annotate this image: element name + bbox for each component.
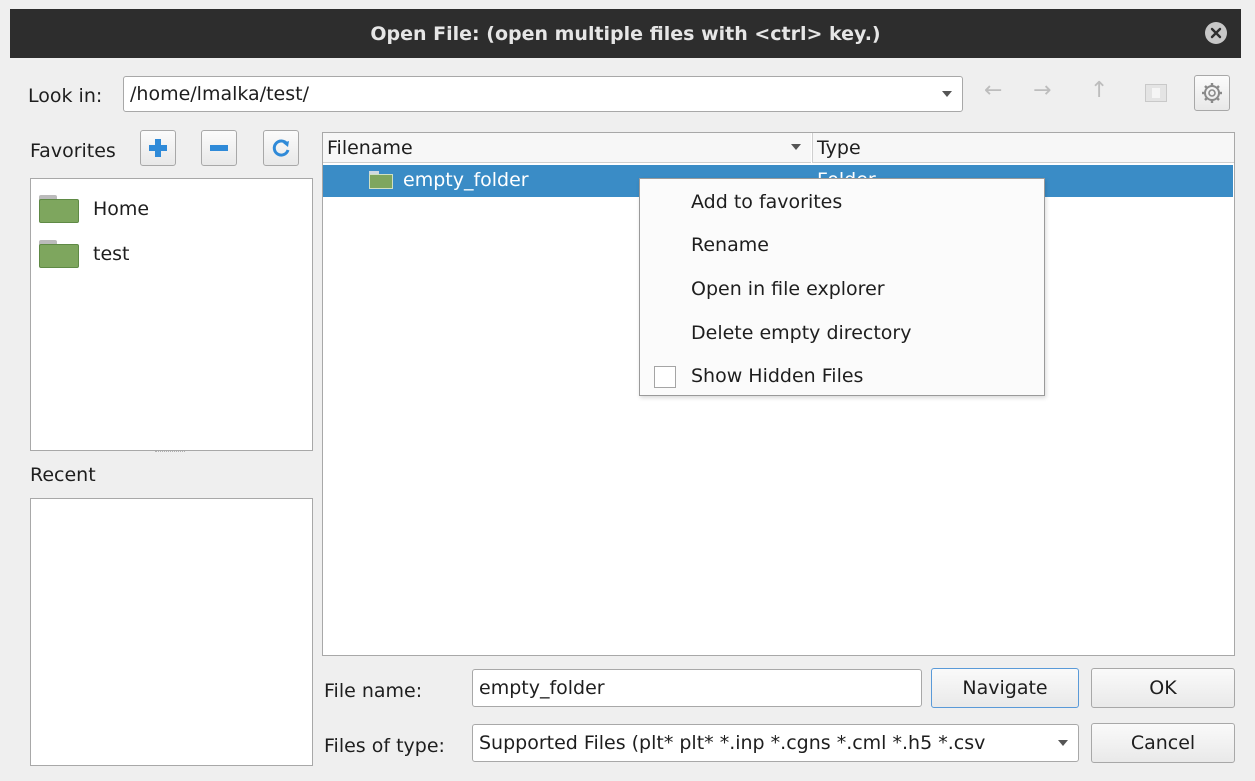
ok-label: OK [1149,677,1177,699]
file-name-input[interactable]: empty_folder [472,669,922,707]
minus-icon [210,145,228,151]
file-type-combo[interactable]: Supported Files (plt* plt* *.inp *.cgns … [472,724,1079,762]
menu-item-delete-empty-directory[interactable]: Delete empty directory [691,322,911,344]
recent-list[interactable] [30,498,313,766]
sort-indicator-icon [791,144,801,150]
chevron-down-icon [1058,740,1068,746]
file-type-value: Supported Files (plt* plt* *.inp *.cgns … [479,732,986,754]
close-button[interactable] [1205,22,1227,44]
plus-icon [149,139,167,157]
file-name-value: empty_folder [479,677,605,699]
column-header-label: Filename [327,136,413,159]
forward-arrow-icon[interactable]: → [1033,78,1051,103]
file-name-cell: empty_folder [403,169,529,191]
look-in-combo[interactable]: /home/lmalka/test/ [123,76,963,112]
cancel-button[interactable]: Cancel [1091,723,1235,763]
close-icon [1210,27,1222,39]
folder-icon [39,195,79,223]
new-folder-icon[interactable] [1145,84,1167,102]
favorite-item-label: Home [93,198,150,220]
folder-icon [39,240,79,268]
title-bar: Open File: (open multiple files with <ct… [10,9,1241,58]
show-hidden-files-checkbox[interactable] [654,366,676,388]
ok-button[interactable]: OK [1091,668,1235,708]
file-name-label: File name: [324,680,423,702]
column-header-label: Type [817,136,861,159]
menu-item-open-in-file-explorer[interactable]: Open in file explorer [691,278,885,300]
context-menu: Add to favorites Rename Open in file exp… [639,178,1045,396]
refresh-icon [272,139,290,157]
menu-item-rename[interactable]: Rename [691,234,769,256]
column-header-type[interactable]: Type [812,133,1234,163]
navigate-button[interactable]: Navigate [931,668,1079,708]
favorite-item-home[interactable]: Home [39,195,149,223]
cancel-label: Cancel [1130,732,1196,754]
remove-favorite-button[interactable] [201,130,237,166]
back-arrow-icon[interactable]: ← [984,78,1002,103]
recent-label: Recent [30,464,96,486]
look-in-label: Look in: [28,85,103,107]
chevron-down-icon [942,91,952,97]
navigate-label: Navigate [962,677,1048,699]
folder-icon [369,171,393,189]
favorite-item-label: test [93,243,130,265]
refresh-button[interactable] [263,130,299,166]
favorite-item-test[interactable]: test [39,240,130,268]
favorites-label: Favorites [30,140,116,162]
look-in-path: /home/lmalka/test/ [130,83,309,105]
menu-item-add-to-favorites[interactable]: Add to favorites [691,191,842,213]
file-type-label: Files of type: [324,735,445,757]
menu-item-show-hidden-files[interactable]: Show Hidden Files [691,365,863,387]
column-header-filename[interactable]: Filename [323,133,811,163]
settings-button[interactable] [1194,75,1230,111]
gear-icon [1202,83,1222,103]
up-arrow-icon[interactable]: ↑ [1090,78,1108,103]
add-favorite-button[interactable] [140,130,176,166]
window-title: Open File: (open multiple files with <ct… [370,22,881,45]
splitter-handle[interactable] [155,451,185,455]
favorites-list[interactable]: Home test [30,178,313,451]
